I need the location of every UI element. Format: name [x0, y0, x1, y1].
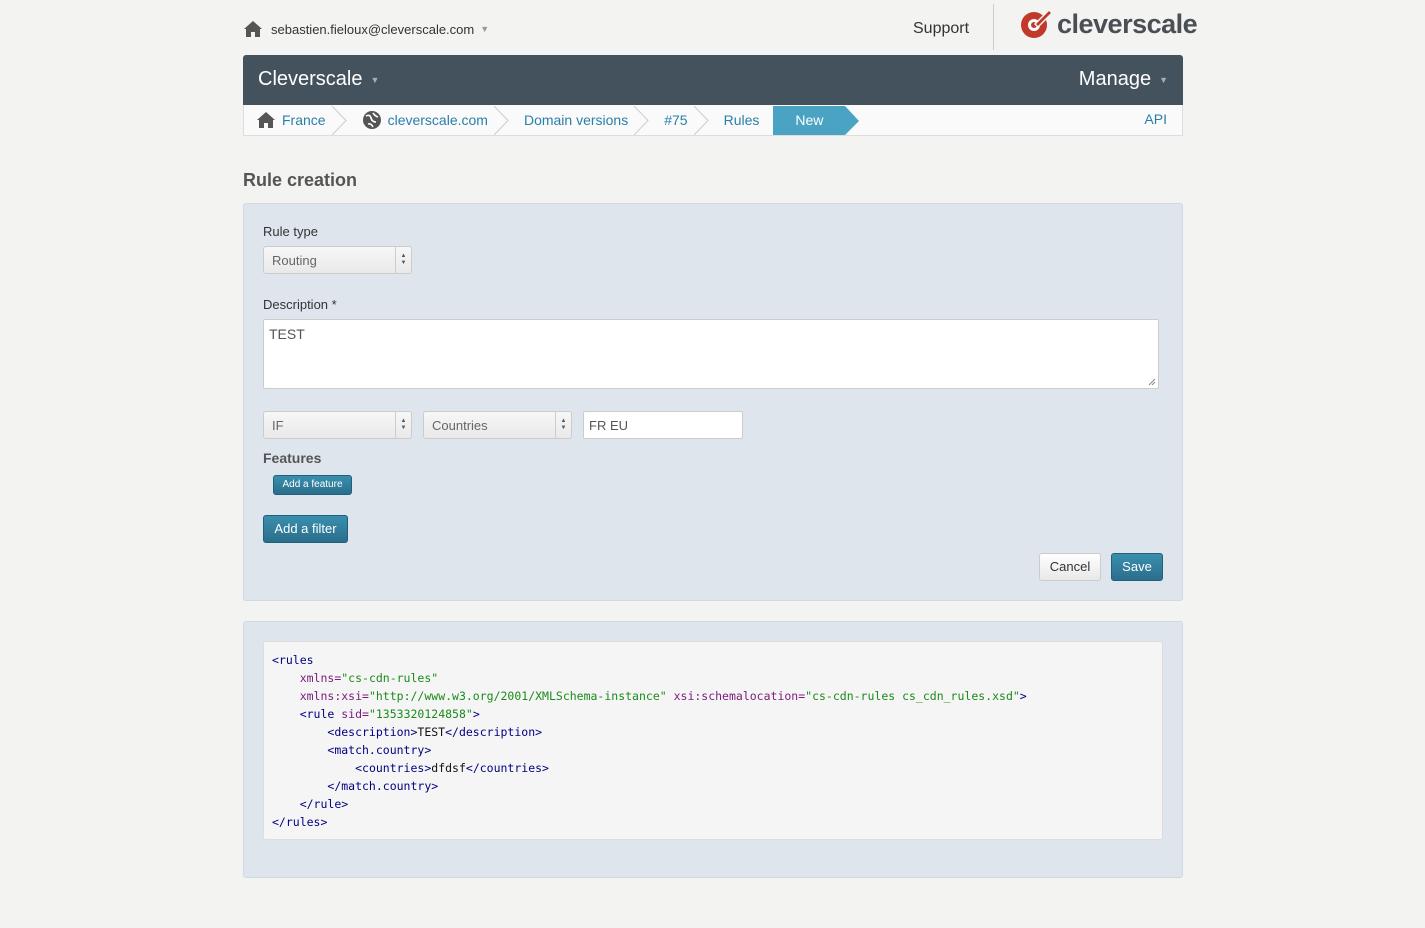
- breadcrumb-item-domain-versions[interactable]: Domain versions: [502, 105, 649, 135]
- select-arrows-icon: ▲ ▼: [395, 412, 411, 438]
- breadcrumb-separator-icon: [331, 105, 347, 135]
- xml-token: </rules>: [272, 815, 328, 829]
- condition-select[interactable]: IF ▲ ▼: [263, 411, 412, 439]
- xml-token: "1353320124858": [368, 707, 473, 721]
- xml-line: </rule>: [272, 795, 1154, 813]
- divider: [993, 4, 994, 50]
- cleverscale-logo[interactable]: cleverscale: [1019, 8, 1198, 40]
- xml-token: <rules: [272, 653, 314, 667]
- api-link[interactable]: API: [1144, 111, 1167, 127]
- xml-token: TEST: [417, 725, 446, 739]
- brand-label: Cleverscale: [258, 68, 363, 90]
- home-icon: [256, 111, 276, 129]
- manage-label: Manage: [1078, 68, 1152, 90]
- breadcrumb-label: France: [282, 112, 326, 128]
- breadcrumb-active-arrow: [845, 105, 860, 135]
- xml-token: <rule: [299, 707, 342, 721]
- criteria-value: Countries: [432, 418, 488, 433]
- xml-line: </rules>: [272, 813, 1154, 831]
- home-icon: [244, 21, 262, 37]
- xml-line: <match.country>: [272, 741, 1154, 759]
- select-arrows-icon: ▲ ▼: [395, 247, 411, 273]
- xml-token: xmlns:xsi=: [299, 689, 369, 703]
- xml-token: >: [472, 707, 480, 721]
- user-menu[interactable]: sebastien.fieloux@cleverscale.com ▼: [243, 20, 489, 38]
- countries-value: FR EU: [589, 418, 628, 433]
- chevron-down-icon: ▼: [370, 74, 380, 85]
- manage-menu[interactable]: Manage ▼: [1079, 68, 1168, 91]
- user-email: sebastien.fieloux@cleverscale.com: [271, 21, 475, 37]
- main-navbar: Cleverscale ▼ Manage ▼: [243, 55, 1183, 105]
- xml-line: xmlns:xsi="http://www.w3.org/2001/XMLSch…: [272, 687, 1154, 705]
- logo-text: cleverscale: [1057, 8, 1198, 39]
- description-textarea[interactable]: TEST: [263, 319, 1159, 389]
- chevron-down-icon: ▼: [480, 24, 490, 34]
- chevron-down-icon: ▼: [1159, 74, 1168, 85]
- breadcrumb-item-new: New: [773, 105, 860, 135]
- breadcrumb-item-france[interactable]: France: [244, 105, 347, 135]
- xml-token: </match.country>: [327, 779, 439, 793]
- brand-menu[interactable]: Cleverscale ▼: [258, 68, 379, 91]
- breadcrumb-label: #75: [664, 112, 688, 128]
- save-button[interactable]: Save: [1111, 553, 1163, 581]
- xml-line: xmlns="cs-cdn-rules": [272, 669, 1154, 687]
- top-bar: sebastien.fieloux@cleverscale.com ▼ Supp…: [243, 0, 1198, 55]
- xml-token: <countries>: [355, 761, 432, 775]
- rule-type-label: Rule type: [263, 224, 318, 239]
- breadcrumb-item-version[interactable]: #75: [642, 105, 709, 135]
- rule-form: Rule type Routing ▲ ▼ Description * TEST …: [243, 203, 1183, 601]
- page-title: Rule creation: [243, 170, 358, 190]
- xml-token: >: [1019, 689, 1027, 703]
- xml-token: dfdsf: [431, 761, 466, 775]
- xml-preview: <rules xmlns="cs-cdn-rules" xmlns:xsi="h…: [263, 641, 1163, 840]
- xml-token: "cs-cdn-rules": [341, 671, 439, 685]
- resize-handle-icon[interactable]: [1148, 378, 1156, 386]
- cancel-button[interactable]: Cancel: [1039, 553, 1101, 581]
- xml-token: <description>: [327, 725, 418, 739]
- countries-input[interactable]: FR EU: [583, 411, 743, 439]
- xml-token: "cs-cdn-rules cs_cdn_rules.xsd": [805, 689, 1020, 703]
- breadcrumb-label: Domain versions: [523, 112, 629, 128]
- add-filter-button[interactable]: Add a filter: [263, 515, 348, 543]
- xml-preview-panel: <rules xmlns="cs-cdn-rules" xmlns:xsi="h…: [243, 621, 1183, 878]
- globe-icon: [362, 110, 382, 130]
- criteria-select[interactable]: Countries ▲ ▼: [423, 411, 572, 439]
- breadcrumb-label: New: [795, 112, 824, 128]
- xml-token: "http://www.w3.org/2001/XMLSchema-instan…: [368, 689, 667, 703]
- description-value: TEST: [269, 326, 305, 342]
- xml-line: <description>TEST</description>: [272, 723, 1154, 741]
- xml-line: <countries>dfdsf</countries>: [272, 759, 1154, 777]
- breadcrumb-item-domain[interactable]: cleverscale.com: [340, 105, 509, 135]
- breadcrumb-item-rules[interactable]: Rules: [702, 106, 774, 135]
- xml-token: sid=: [341, 707, 369, 721]
- breadcrumb-label: Rules: [723, 112, 760, 128]
- xml-token: </rule>: [299, 797, 349, 811]
- support-link[interactable]: Support: [913, 20, 969, 38]
- xml-line: <rule sid="1353320124858">: [272, 705, 1154, 723]
- xml-token: </description>: [445, 725, 543, 739]
- xml-token: xsi:schemalocation=: [666, 689, 806, 703]
- rule-type-value: Routing: [272, 253, 317, 268]
- breadcrumb-label: cleverscale.com: [387, 112, 488, 128]
- breadcrumb: France cleverscale.com Domain versions #…: [243, 105, 1183, 136]
- description-label: Description *: [263, 297, 337, 312]
- breadcrumb-separator-icon: [634, 105, 649, 135]
- xml-line: </match.country>: [272, 777, 1154, 795]
- rule-type-select[interactable]: Routing ▲ ▼: [263, 246, 412, 274]
- features-heading: Features: [263, 450, 322, 466]
- select-arrows-icon: ▲ ▼: [555, 412, 571, 438]
- add-feature-button[interactable]: Add a feature: [273, 475, 352, 495]
- logo-mark-icon: [1021, 8, 1053, 38]
- xml-token: <match.country>: [327, 743, 432, 757]
- breadcrumb-separator-icon: [693, 105, 709, 135]
- xml-line: <rules: [272, 651, 1154, 669]
- xml-token: </countries>: [465, 761, 549, 775]
- xml-token: xmlns=: [299, 671, 342, 685]
- condition-value: IF: [272, 418, 284, 433]
- breadcrumb-separator-icon: [493, 105, 509, 135]
